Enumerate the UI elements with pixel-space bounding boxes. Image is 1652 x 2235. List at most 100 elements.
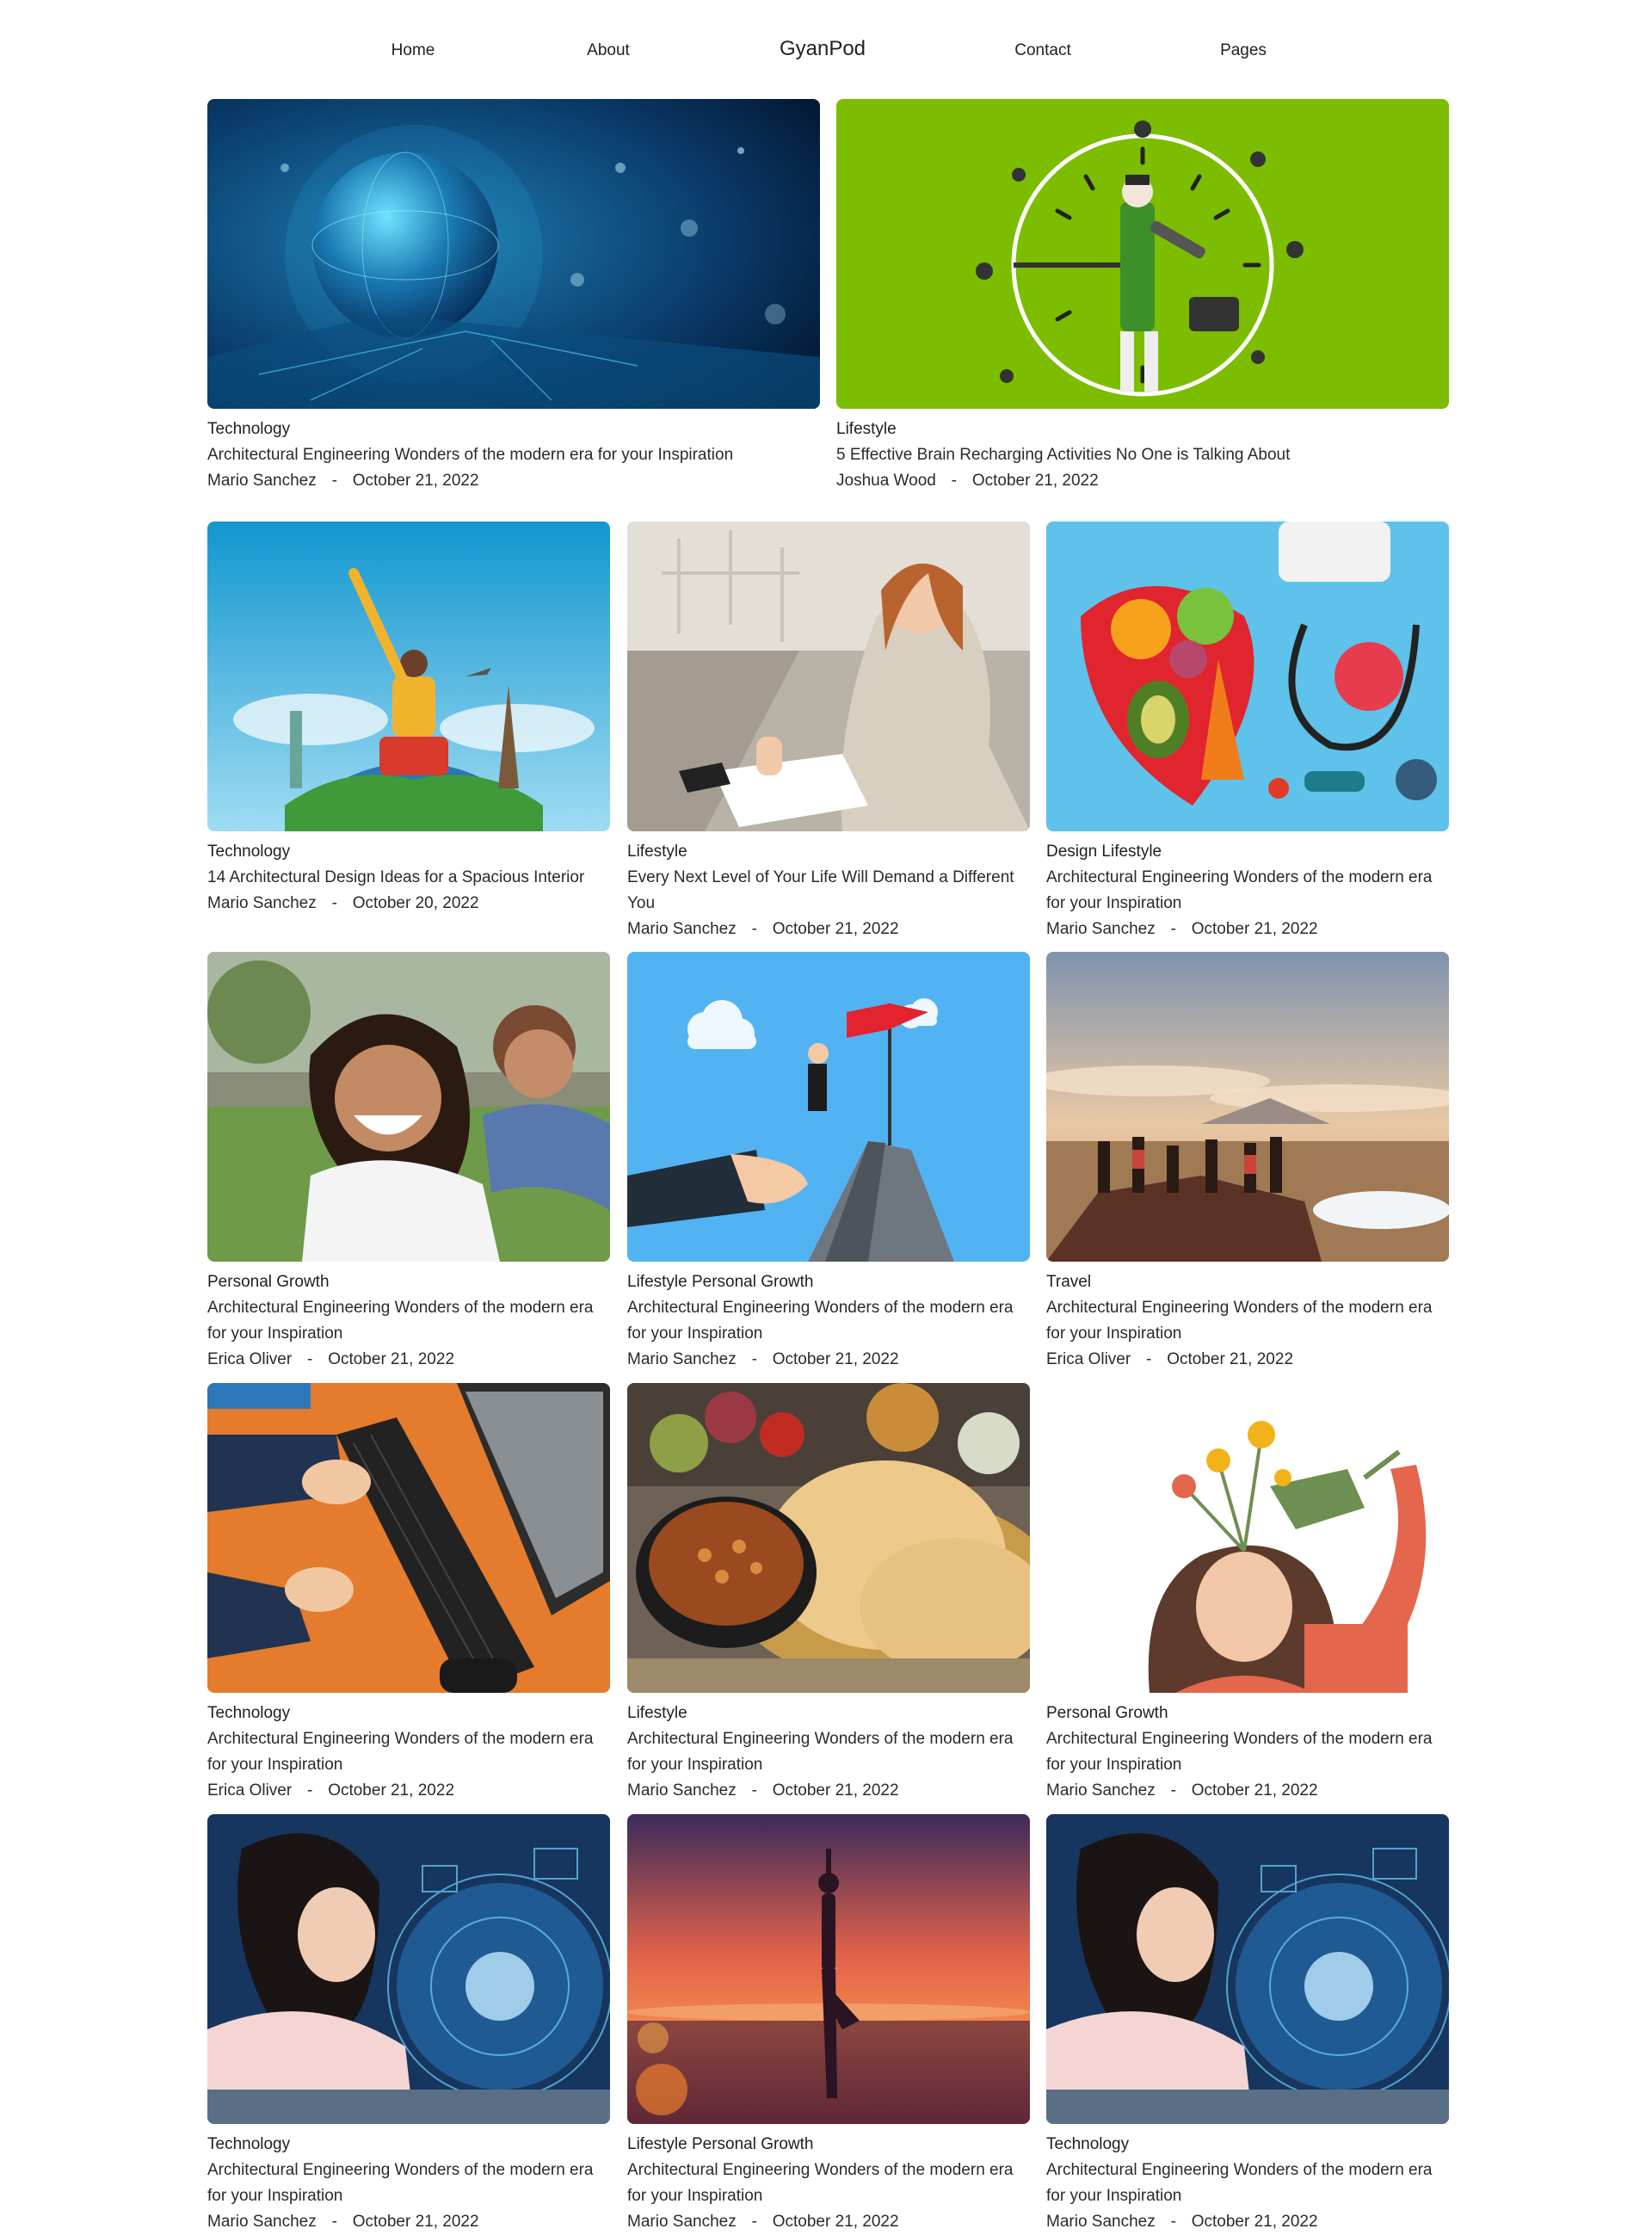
post-category[interactable]: Lifestyle (627, 839, 1030, 865)
post-thumbnail-globe[interactable] (207, 99, 820, 409)
post-title[interactable]: Architectural Engineering Wonders of the… (627, 2158, 1030, 2209)
post-thumbnail-yoga[interactable] (627, 1814, 1030, 2124)
post-title[interactable]: Architectural Engineering Wonders of the… (1046, 1295, 1449, 1347)
post-meta: Mario Sanchez - October 21, 2022 (1046, 2209, 1449, 2235)
post-category[interactable]: Lifestyle (836, 417, 1449, 442)
post-title[interactable]: Architectural Engineering Wonders of the… (207, 1295, 610, 1347)
post-date: October 21, 2022 (352, 2213, 479, 2231)
post-author[interactable]: Mario Sanchez (207, 2213, 317, 2231)
post-author[interactable]: Mario Sanchez (1046, 2213, 1156, 2231)
post-thumbnail-child-tech[interactable] (1046, 1814, 1449, 2124)
post-meta: Mario Sanchez - October 21, 2022 (207, 2209, 610, 2235)
post-author[interactable]: Erica Oliver (207, 1350, 292, 1368)
post-category[interactable]: Technology (1046, 2132, 1449, 2158)
post-meta: Mario Sanchez - October 21, 2022 (627, 1778, 1030, 1804)
meta-separator: - (951, 472, 957, 490)
post-meta: Mario Sanchez - October 21, 2022 (1046, 1778, 1449, 1804)
post-meta: Mario Sanchez - October 21, 2022 (627, 917, 1030, 942)
post-category[interactable]: Technology (207, 417, 820, 442)
post-author[interactable]: Erica Oliver (1046, 1350, 1131, 1368)
post-date: October 21, 2022 (1191, 920, 1318, 938)
post-date: October 21, 2022 (352, 472, 479, 490)
post-title[interactable]: Architectural Engineering Wonders of the… (207, 2158, 610, 2209)
post-thumbnail-health[interactable] (1046, 522, 1449, 831)
post-meta: Mario Sanchez - October 21, 2022 (627, 1347, 1030, 1373)
post-meta: Erica Oliver - October 21, 2022 (207, 1778, 610, 1804)
post-thumbnail-family[interactable] (207, 952, 610, 1262)
meta-separator: - (331, 2213, 337, 2231)
post-thumbnail-mindful[interactable] (1046, 1383, 1449, 1693)
post-title[interactable]: Architectural Engineering Wonders of the… (627, 1295, 1030, 1347)
post-author[interactable]: Mario Sanchez (1046, 920, 1156, 938)
post-author[interactable]: Mario Sanchez (627, 2213, 737, 2231)
post-date: October 21, 2022 (328, 1781, 455, 1800)
post-category[interactable]: Lifestyle Personal Growth (627, 1269, 1030, 1295)
post-author[interactable]: Mario Sanchez (207, 894, 317, 912)
post-thumbnail-writing[interactable] (627, 522, 1030, 831)
post-title[interactable]: Architectural Engineering Wonders of the… (1046, 865, 1449, 917)
post-title[interactable]: Architectural Engineering Wonders of the… (627, 1726, 1030, 1778)
post-card[interactable]: Technology 14 Architectural Design Ideas… (207, 522, 610, 917)
post-date: October 21, 2022 (1167, 1350, 1294, 1368)
post-thumbnail-food[interactable] (627, 1383, 1030, 1693)
post-author[interactable]: Mario Sanchez (1046, 1781, 1156, 1800)
post-author[interactable]: Mario Sanchez (627, 1781, 737, 1800)
post-date: October 21, 2022 (772, 1350, 899, 1368)
post-category[interactable]: Technology (207, 839, 610, 865)
post-category[interactable]: Personal Growth (207, 1269, 610, 1295)
featured-post-card[interactable]: Lifestyle 5 Effective Brain Recharging A… (836, 99, 1449, 494)
post-card[interactable]: Technology Architectural Engineering Won… (207, 1383, 610, 1804)
nav-about-link[interactable]: About (587, 38, 630, 64)
nav-home-link[interactable]: Home (391, 38, 435, 64)
post-author[interactable]: Mario Sanchez (627, 1350, 737, 1368)
post-title[interactable]: Every Next Level of Your Life Will Deman… (627, 865, 1030, 917)
post-title[interactable]: Architectural Engineering Wonders of the… (1046, 2158, 1449, 2209)
post-category[interactable]: Travel (1046, 1269, 1449, 1295)
post-card[interactable]: Technology Architectural Engineering Won… (207, 1814, 610, 2235)
post-category[interactable]: Technology (207, 1701, 610, 1726)
post-card[interactable]: Lifestyle Every Next Level of Your Life … (627, 522, 1030, 942)
post-title[interactable]: 14 Architectural Design Ideas for a Spac… (207, 865, 610, 891)
post-thumbnail-success[interactable] (627, 952, 1030, 1262)
featured-post-card[interactable]: Technology Architectural Engineering Won… (207, 99, 820, 494)
post-date: October 21, 2022 (772, 1781, 899, 1800)
meta-separator: - (1170, 1781, 1176, 1800)
post-thumbnail-clock[interactable] (836, 99, 1449, 409)
post-thumbnail-child-tech[interactable] (207, 1814, 610, 2124)
nav-contact-link[interactable]: Contact (1014, 38, 1070, 64)
post-author[interactable]: Mario Sanchez (207, 472, 317, 490)
post-category[interactable]: Lifestyle Personal Growth (627, 2132, 1030, 2158)
nav-pages-link[interactable]: Pages (1220, 38, 1267, 64)
post-title[interactable]: 5 Effective Brain Recharging Activities … (836, 442, 1449, 468)
post-card[interactable]: Lifestyle Personal Growth Architectural … (627, 1814, 1030, 2235)
meta-separator: - (1146, 1350, 1152, 1368)
post-category[interactable]: Technology (207, 2132, 610, 2158)
post-card[interactable]: Lifestyle Architectural Engineering Wond… (627, 1383, 1030, 1804)
post-date: October 21, 2022 (328, 1350, 455, 1368)
post-title[interactable]: Architectural Engineering Wonders of the… (1046, 1726, 1449, 1778)
post-date: October 21, 2022 (1191, 1781, 1318, 1800)
post-meta: Erica Oliver - October 21, 2022 (1046, 1347, 1449, 1373)
post-date: October 21, 2022 (1191, 2213, 1318, 2231)
meta-separator: - (307, 1781, 313, 1800)
post-category[interactable]: Lifestyle (627, 1701, 1030, 1726)
brand-logo-link[interactable]: GyanPod (780, 36, 866, 62)
post-meta: Mario Sanchez - October 20, 2022 (207, 891, 610, 917)
post-author[interactable]: Erica Oliver (207, 1781, 292, 1800)
post-card[interactable]: Lifestyle Personal Growth Architectural … (627, 952, 1030, 1373)
post-card[interactable]: Personal Growth Architectural Engineerin… (1046, 1383, 1449, 1804)
post-author[interactable]: Joshua Wood (836, 472, 936, 490)
post-card[interactable]: Technology Architectural Engineering Won… (1046, 1814, 1449, 2235)
meta-separator: - (751, 1350, 757, 1368)
post-thumbnail-travel[interactable] (207, 522, 610, 831)
post-thumbnail-mountain[interactable] (1046, 952, 1449, 1262)
post-author[interactable]: Mario Sanchez (627, 920, 737, 938)
post-card[interactable]: Personal Growth Architectural Engineerin… (207, 952, 610, 1373)
post-card[interactable]: Travel Architectural Engineering Wonders… (1046, 952, 1449, 1373)
post-category[interactable]: Personal Growth (1046, 1701, 1449, 1726)
post-thumbnail-keyboard[interactable] (207, 1383, 610, 1693)
post-card[interactable]: Design Lifestyle Architectural Engineeri… (1046, 522, 1449, 942)
post-category[interactable]: Design Lifestyle (1046, 839, 1449, 865)
post-title[interactable]: Architectural Engineering Wonders of the… (207, 1726, 610, 1778)
post-title[interactable]: Architectural Engineering Wonders of the… (207, 442, 820, 468)
